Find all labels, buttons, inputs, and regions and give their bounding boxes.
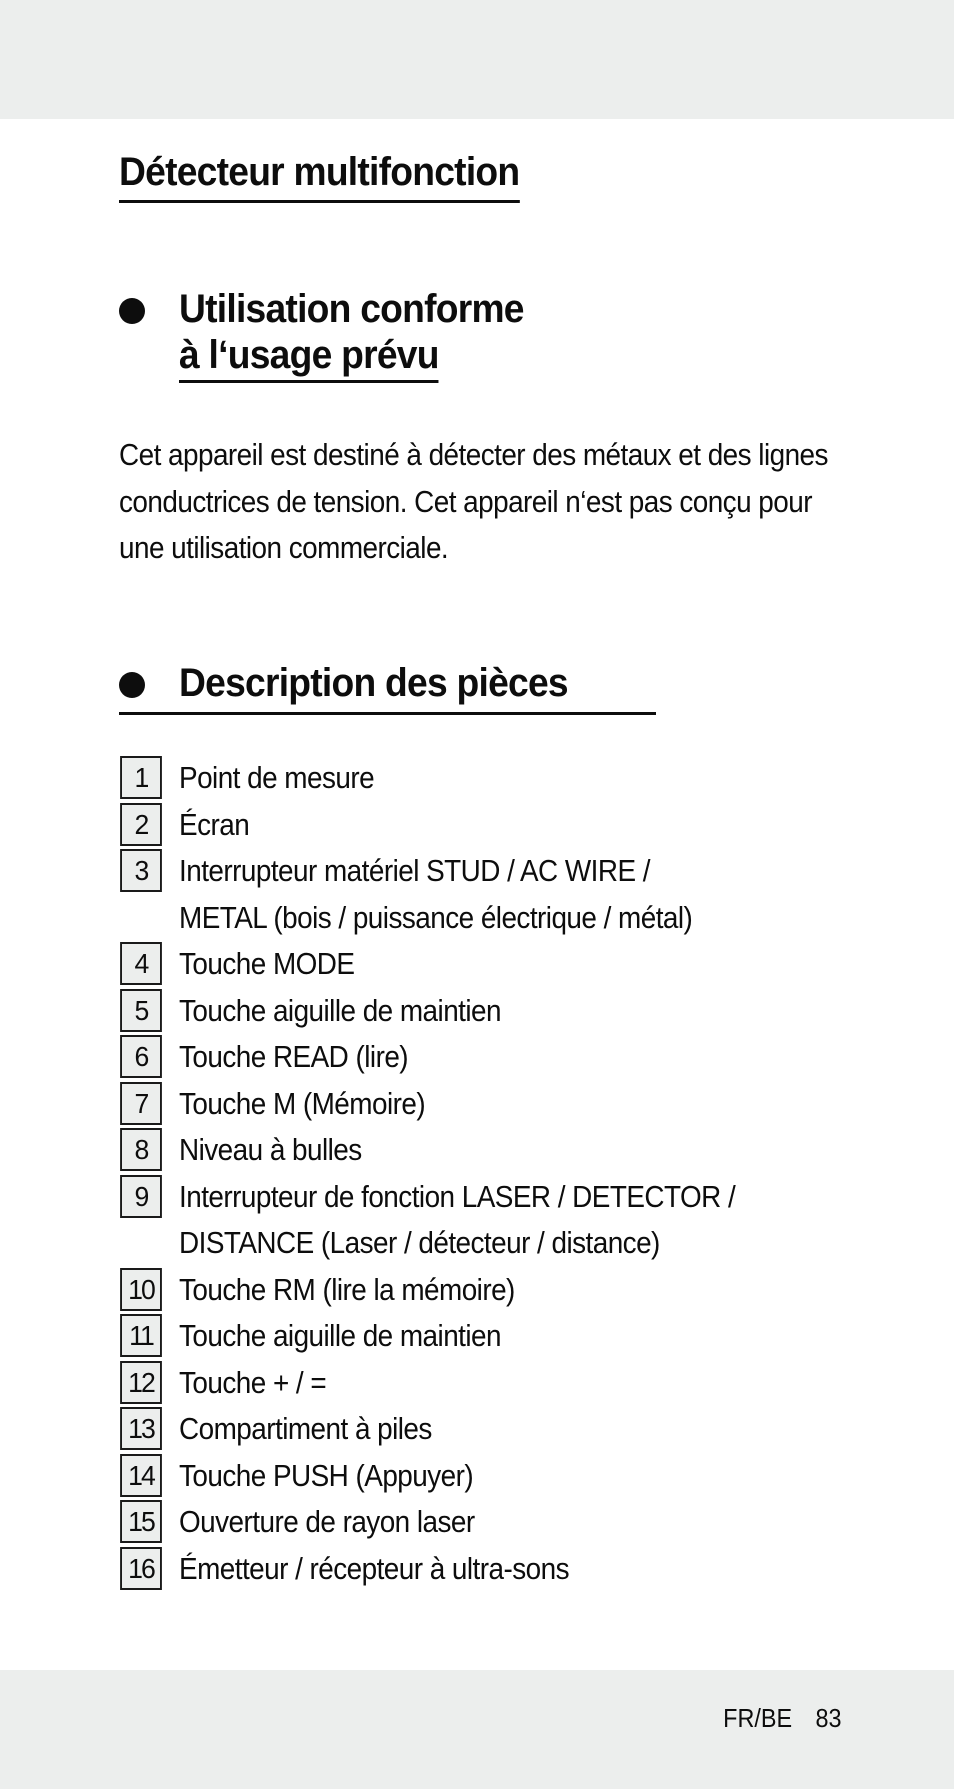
list-item: 9 Interrupteur de fonction LASER / DETECT… [119, 1174, 939, 1267]
list-item: 6 Touche READ (lire) [119, 1034, 939, 1081]
list-item: 4 Touche MODE [119, 941, 939, 988]
page-footer: FR/BE 83 [723, 1700, 841, 1736]
bullet-icon [119, 672, 145, 698]
part-label: Émetteur / récepteur à ultra-sons [179, 1550, 570, 1586]
part-label: Niveau à bulles [179, 1132, 362, 1167]
part-label: Touche M (Mémoire) [179, 1085, 426, 1121]
part-label: Touche READ (lire) [179, 1039, 409, 1074]
part-number-badge: 2 [120, 802, 162, 846]
list-item: 14 Touche PUSH (Appuyer) [119, 1453, 939, 1500]
page-title: Détecteur multifonction [119, 148, 520, 203]
part-label: Touche + / = [179, 1364, 327, 1400]
part-number-badge: 11 [120, 1314, 162, 1357]
part-label: Écran [179, 806, 250, 842]
heading-underline-wrap: Description des pièces [119, 660, 656, 715]
part-number-badge: 4 [120, 942, 162, 985]
part-number-badge: 5 [120, 988, 162, 1032]
part-number-badge: 6 [120, 1035, 162, 1078]
part-number-badge: 1 [120, 756, 162, 799]
part-number-badge: 16 [120, 1546, 162, 1590]
list-item: 10 Touche RM (lire la mémoire) [119, 1267, 939, 1314]
part-label: Touche aiguille de maintien [179, 992, 502, 1028]
bullet-icon [119, 298, 145, 324]
part-number-badge: 12 [120, 1360, 162, 1404]
section-heading: Description des pièces [179, 661, 569, 705]
section-heading: Utilisation conforme à l‘usage prévu [179, 286, 524, 383]
part-number-badge: 15 [120, 1500, 162, 1543]
footer-locale: FR/BE [722, 1703, 792, 1733]
part-number-badge: 9 [120, 1174, 162, 1218]
intended-use-paragraph: Cet appareil est destiné à détecter des … [119, 437, 828, 565]
part-label: Point de mesure [179, 760, 375, 795]
part-label: Touche PUSH (Appuyer) [179, 1457, 474, 1493]
heading-line-1: Utilisation conforme [179, 287, 524, 331]
part-label: Ouverture de rayon laser [179, 1504, 475, 1539]
list-item: 11 Touche aiguille de maintien [119, 1313, 939, 1360]
list-item: 2 Écran [119, 802, 939, 849]
part-number-badge: 14 [120, 1453, 162, 1497]
part-number-badge: 8 [120, 1128, 162, 1171]
list-item: 16 Émetteur / récepteur à ultra-sons [119, 1546, 939, 1593]
list-item: 13 Compartiment à piles [119, 1406, 939, 1453]
parts-list: 1 Point de mesure 2 Écran 3 Interrupteur ma… [119, 755, 939, 1592]
part-number-badge: 3 [120, 849, 162, 892]
list-item: 7 Touche M (Mémoire) [119, 1081, 939, 1128]
part-label: Touche RM (lire la mémoire) [179, 1271, 515, 1307]
part-label: Touche MODE [179, 946, 355, 981]
part-number-badge: 10 [120, 1267, 162, 1311]
heading-line-2: à l‘usage prévu [179, 332, 439, 383]
part-label: Interrupteur matériel STUD / AC WIRE / M… [179, 853, 693, 935]
part-label: Interrupteur de fonction LASER / DETECTO… [179, 1178, 736, 1261]
list-item: 5 Touche aiguille de maintien [119, 988, 939, 1035]
list-item: 15 Ouverture de rayon laser [119, 1499, 939, 1546]
part-number-badge: 7 [120, 1081, 162, 1125]
part-label: Compartiment à piles [179, 1411, 432, 1446]
page-number: 83 [814, 1703, 841, 1733]
part-label: Touche aiguille de maintien [179, 1318, 502, 1353]
list-item: 12 Touche + / = [119, 1360, 939, 1407]
list-item: 3 Interrupteur matériel STUD / AC WIRE / … [119, 848, 939, 941]
list-item: 8 Niveau à bulles [119, 1127, 939, 1174]
list-item: 1 Point de mesure [119, 755, 939, 802]
part-number-badge: 13 [120, 1407, 162, 1450]
header-band [0, 0, 954, 119]
